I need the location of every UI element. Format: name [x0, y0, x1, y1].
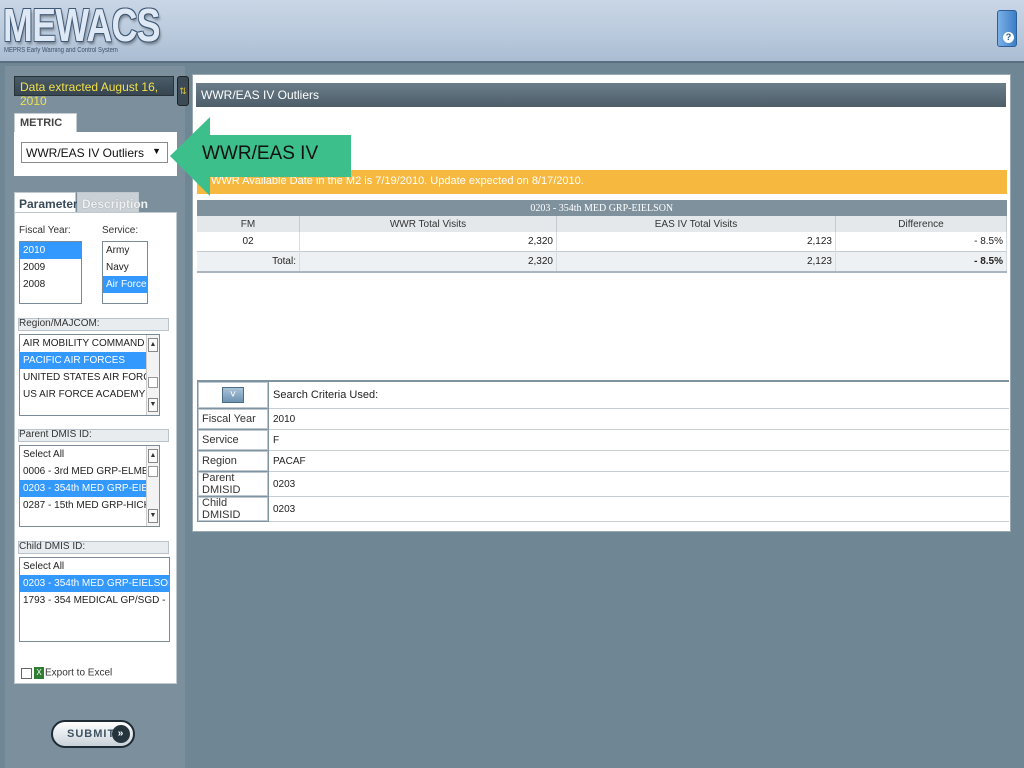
export-label: Export to Excel [45, 667, 113, 679]
app-header: MEWACS MEPRS Early Warning and Control S… [0, 0, 1024, 63]
submit-arrow-icon: » [112, 725, 130, 743]
cell-eas: 2,123 [556, 232, 836, 252]
submit-button[interactable]: SUBMIT » [51, 720, 135, 748]
column-header-fm: FM [197, 216, 300, 232]
criteria-row: Child DMISID 0203 [197, 496, 1009, 522]
column-header-wwr: WWR Total Visits [299, 216, 557, 232]
service-list[interactable]: Army Navy Air Force [102, 241, 148, 304]
criteria-row: Region PACAF [197, 450, 1009, 472]
criteria-value: 0203 [268, 496, 1009, 522]
app-logo: MEWACS [3, 0, 161, 51]
criteria-row: Parent DMISID 0203 [197, 471, 1009, 497]
scroll-thumb[interactable] [148, 377, 158, 388]
parent-dmis-option[interactable]: 0006 - 3rd MED GRP-ELMENDORF [20, 463, 159, 480]
scroll-down-icon[interactable]: ▼ [148, 398, 158, 412]
parent-dmis-label: Parent DMIS ID: [19, 429, 92, 440]
child-dmis-label: Child DMIS ID: [19, 541, 86, 552]
scroll-down-icon[interactable]: ▼ [148, 509, 158, 523]
service-option[interactable]: Navy [103, 259, 147, 276]
metric-callout-arrow: WWR/EAS IV [170, 117, 352, 196]
region-scrollbar[interactable]: ▲ ▼ [146, 335, 159, 415]
parent-dmis-option[interactable]: Select All [20, 446, 159, 463]
cell-difference: - 8.5% [835, 232, 1007, 252]
excel-icon: X [34, 667, 44, 679]
tab-description[interactable]: Description [77, 192, 148, 212]
criteria-value: 2010 [268, 408, 1009, 430]
criteria-row: Fiscal Year 2010 [197, 408, 1009, 430]
column-header-difference: Difference [835, 216, 1007, 232]
total-row: Total: 2,320 2,123 - 8.5% [197, 251, 1007, 273]
outliers-table: 0203 - 354th MED GRP-EIELSON FM WWR Tota… [197, 200, 1007, 273]
child-dmis-option[interactable]: 1793 - 354 MEDICAL GP/SGD - EIELSON [20, 592, 169, 609]
metric-dropdown[interactable]: WWR/EAS IV Outliers ▼ [21, 142, 168, 163]
criteria-label: Parent DMISID [197, 471, 269, 497]
region-option[interactable]: PACIFIC AIR FORCES [20, 352, 159, 369]
total-difference: - 8.5% [835, 251, 1007, 273]
region-label: Region/MAJCOM: [19, 318, 100, 329]
results-title: WWR/EAS IV Outliers [196, 83, 1006, 107]
help-book-icon[interactable]: ? [997, 10, 1017, 47]
callout-label: WWR/EAS IV [202, 143, 319, 164]
expand-chevron-icon[interactable]: ˅ [222, 387, 244, 403]
column-header-eas: EAS IV Total Visits [556, 216, 836, 232]
cell-wwr: 2,320 [299, 232, 557, 252]
region-list[interactable]: AIR MOBILITY COMMAND PACIFIC AIR FORCES … [19, 334, 160, 416]
sidebar: Data extracted August 16, 2010 ⇅ METRIC … [5, 66, 189, 768]
parent-dmis-scrollbar[interactable]: ▲ ▼ [146, 446, 159, 526]
child-dmis-option[interactable]: Select All [20, 558, 169, 575]
metric-box: WWR/EAS IV Outliers ▼ [14, 132, 177, 176]
submit-label: SUBMIT [67, 728, 116, 740]
criteria-label: Child DMISID [197, 496, 269, 522]
metric-dropdown-value: WWR/EAS IV Outliers [26, 146, 145, 160]
region-option[interactable]: US AIR FORCE ACADEMY [20, 386, 159, 403]
total-eas: 2,123 [556, 251, 836, 273]
table-row: 02 2,320 2,123 - 8.5% [197, 232, 1007, 252]
extract-date-label: Data extracted August 16, 2010 [14, 76, 174, 108]
export-to-excel[interactable]: X Export to Excel [21, 667, 112, 679]
criteria-label: Region [197, 450, 269, 472]
fiscal-year-list[interactable]: 2010 2009 2008 [19, 241, 82, 304]
fiscal-year-option[interactable]: 2009 [20, 259, 81, 276]
parent-dmis-option[interactable]: 0203 - 354th MED GRP-EIELSON [20, 480, 159, 497]
criteria-label: Fiscal Year [197, 408, 269, 430]
cell-fm: 02 [197, 232, 300, 252]
scroll-up-icon[interactable]: ▲ [148, 338, 158, 352]
criteria-value: PACAF [268, 450, 1009, 472]
child-dmis-option[interactable]: 0203 - 354th MED GRP-EIELSON [20, 575, 169, 592]
criteria-row: Service F [197, 429, 1009, 451]
dropdown-arrow-icon: ▼ [152, 146, 161, 156]
criteria-value: 0203 [268, 471, 1009, 497]
scroll-thumb[interactable] [148, 466, 158, 477]
metric-label: METRIC [14, 113, 77, 132]
service-option[interactable]: Army [103, 242, 147, 259]
region-option[interactable]: AIR MOBILITY COMMAND [20, 335, 159, 352]
export-checkbox[interactable] [21, 667, 32, 679]
criteria-label: Service [197, 429, 269, 451]
region-option[interactable]: UNITED STATES AIR FORCES EUROPE [20, 369, 159, 386]
service-label: Service: [102, 225, 139, 236]
tab-parameters[interactable]: Parameters [14, 192, 84, 212]
parameters-panel: Fiscal Year: 2010 2009 2008 Service: Arm… [14, 212, 177, 684]
app-subtitle: MEPRS Early Warning and Control System [4, 47, 118, 54]
total-label: Total: [197, 251, 300, 273]
service-option[interactable]: Air Force [103, 276, 147, 293]
total-wwr: 2,320 [299, 251, 557, 273]
facility-group-header: 0203 - 354th MED GRP-EIELSON [197, 200, 1007, 216]
parent-dmis-list[interactable]: Select All 0006 - 3rd MED GRP-ELMENDORF … [19, 445, 160, 527]
search-criteria-title: Search Criteria Used: [268, 380, 1009, 409]
search-criteria-table: ˅ Search Criteria Used: Fiscal Year 2010… [197, 380, 1009, 522]
criteria-value: F [268, 429, 1009, 451]
fiscal-year-option[interactable]: 2010 [20, 242, 81, 259]
scroll-up-icon[interactable]: ▲ [148, 449, 158, 463]
fiscal-year-option[interactable]: 2008 [20, 276, 81, 293]
search-criteria-toggle[interactable]: ˅ [197, 380, 269, 409]
fiscal-year-label: Fiscal Year: [19, 225, 71, 236]
child-dmis-list[interactable]: Select All 0203 - 354th MED GRP-EIELSON … [19, 557, 170, 642]
parent-dmis-option[interactable]: 0287 - 15th MED GRP-HICKAM [20, 497, 159, 514]
collapse-sidebar-icon[interactable]: ⇅ [177, 76, 189, 106]
